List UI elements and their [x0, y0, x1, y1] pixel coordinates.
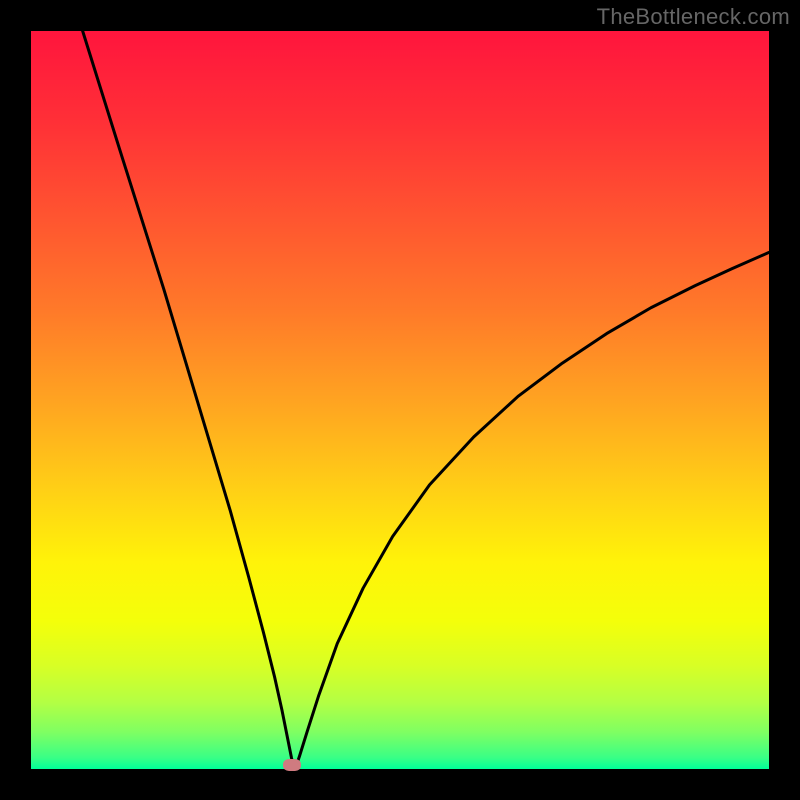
page-root: TheBottleneck.com — [0, 0, 800, 800]
plot-area — [31, 31, 769, 769]
chart-svg — [31, 31, 769, 769]
chart-background — [31, 31, 769, 769]
chart-marker — [283, 759, 301, 771]
watermark-text: TheBottleneck.com — [597, 4, 790, 30]
